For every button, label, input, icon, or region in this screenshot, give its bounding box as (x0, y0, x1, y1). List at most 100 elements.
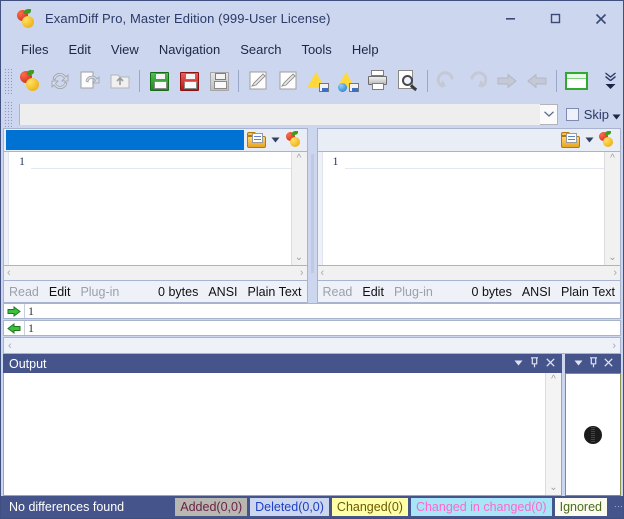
left-access-status: Read (4, 285, 44, 299)
filter-grip[interactable] (4, 101, 12, 127)
right-history-dropdown[interactable] (582, 137, 596, 143)
print-button[interactable] (363, 66, 393, 96)
minimize-button[interactable] (488, 1, 533, 36)
chevron-down-icon[interactable] (540, 105, 556, 124)
right-encoding-status[interactable]: ANSI (517, 285, 556, 299)
close-button[interactable] (578, 1, 623, 36)
scroll-up-icon[interactable]: ^ (297, 154, 302, 164)
filter-input[interactable] (20, 104, 540, 125)
scroll-right-icon[interactable]: › (612, 340, 616, 352)
right-mode-status[interactable]: Edit (357, 285, 389, 299)
right-filetype-status[interactable]: Plain Text (556, 285, 620, 299)
right-editor[interactable]: 1 (323, 152, 605, 265)
save-all-button[interactable] (204, 66, 234, 96)
chevron-down-icon[interactable] (612, 113, 621, 122)
right-pane: 1 ^ ⌄ ‹ › Read Edit Plug-in 0 bytes (317, 128, 622, 303)
menu-item-edit[interactable]: Edit (58, 39, 100, 60)
scroll-left-icon[interactable]: ‹ (8, 340, 12, 352)
black-dot-marker (584, 426, 602, 444)
edit-left-button[interactable] (243, 66, 273, 96)
left-horizontal-scrollbar[interactable]: ‹ › (3, 266, 308, 281)
right-vertical-scrollbar[interactable]: ^ ⌄ (604, 152, 620, 265)
left-browse-button[interactable] (245, 129, 269, 151)
menu-item-help[interactable]: Help (342, 39, 389, 60)
save-html-report-button[interactable] (333, 66, 363, 96)
menu-item-navigation[interactable]: Navigation (149, 39, 230, 60)
right-browse-button[interactable] (558, 129, 582, 151)
save-left-button[interactable] (144, 66, 174, 96)
arrow-right-green-icon[interactable] (4, 306, 24, 317)
right-compare-button[interactable] (596, 129, 620, 151)
status-badge-deleted[interactable]: Deleted(0,0) (250, 498, 329, 516)
right-horizontal-scrollbar[interactable]: ‹ › (317, 266, 622, 281)
open-folder-button[interactable] (105, 66, 135, 96)
scroll-right-icon[interactable]: › (613, 267, 617, 279)
right-filename-input[interactable] (320, 130, 558, 150)
edit-right-button[interactable] (273, 66, 303, 96)
toolbar-overflow-button[interactable] (599, 62, 621, 100)
scroll-left-icon[interactable]: ‹ (7, 267, 11, 279)
skip-checkbox-group[interactable]: Skip (566, 107, 621, 122)
pin-icon[interactable] (589, 357, 598, 371)
title-bar: ExamDiff Pro, Master Edition (999-User L… (1, 1, 623, 36)
menu-item-files[interactable]: Files (11, 39, 58, 60)
scroll-right-icon[interactable]: › (300, 267, 304, 279)
pin-icon[interactable] (530, 357, 539, 371)
left-mode-status[interactable]: Edit (44, 285, 76, 299)
output-vertical-scrollbar[interactable]: ^ ⌄ (545, 373, 561, 495)
undo-button[interactable] (432, 66, 462, 96)
status-badge-changed[interactable]: Changed(0) (332, 498, 408, 516)
redo-button[interactable] (462, 66, 492, 96)
browse-file-icon (561, 132, 580, 148)
filter-combo[interactable] (19, 104, 558, 125)
menu-item-search[interactable]: Search (230, 39, 291, 60)
right-panel-body[interactable] (565, 373, 621, 496)
status-badge-changed-in-changed[interactable]: Changed in changed(0) (411, 498, 552, 516)
menu-item-tools[interactable]: Tools (291, 39, 341, 60)
scroll-down-icon[interactable]: ⌄ (295, 253, 303, 263)
save-right-button[interactable] (174, 66, 204, 96)
left-history-dropdown[interactable] (269, 137, 283, 143)
chevron-double-down-icon (604, 72, 617, 81)
arrow-right-icon (496, 70, 518, 92)
left-encoding-status[interactable]: ANSI (203, 285, 242, 299)
right-editor-wrap: 1 ^ ⌄ (317, 152, 622, 266)
scroll-up-icon[interactable]: ^ (610, 154, 615, 164)
left-compare-button[interactable] (283, 129, 307, 151)
output-panel-body[interactable]: ^ ⌄ (3, 373, 562, 496)
scroll-down-icon[interactable]: ⌄ (608, 253, 616, 263)
pane-splitter[interactable] (308, 128, 317, 303)
chevron-down-icon[interactable] (514, 358, 523, 369)
recompare-button[interactable] (75, 66, 105, 96)
middle-horizontal-scrollbar[interactable]: ‹ › (3, 337, 621, 354)
left-plugin-status[interactable]: Plug-in (75, 285, 124, 299)
chevron-down-icon[interactable] (574, 358, 583, 369)
next-difference-button[interactable] (492, 66, 522, 96)
scroll-down-icon[interactable]: ⌄ (549, 483, 557, 493)
refresh-button[interactable] (45, 66, 75, 96)
save-report-button[interactable] (303, 66, 333, 96)
resize-grip[interactable] (613, 506, 623, 508)
arrow-left-green-icon[interactable] (4, 323, 24, 334)
right-plugin-status[interactable]: Plug-in (389, 285, 438, 299)
menu-item-view[interactable]: View (101, 39, 149, 60)
print-preview-button[interactable] (393, 66, 423, 96)
status-badge-ignored[interactable]: Ignored (555, 498, 607, 516)
compare-files-button[interactable] (15, 66, 45, 96)
diff-row-right[interactable]: 1 (3, 303, 621, 319)
left-editor[interactable]: 1 (9, 152, 291, 265)
close-icon[interactable] (546, 358, 555, 370)
scroll-up-icon[interactable]: ^ (551, 375, 556, 385)
close-icon[interactable] (604, 358, 613, 370)
previous-difference-button[interactable] (522, 66, 552, 96)
toggle-window-button[interactable] (561, 66, 591, 96)
skip-checkbox[interactable] (566, 108, 579, 121)
status-badge-added[interactable]: Added(0,0) (175, 498, 247, 516)
diff-row-left[interactable]: 1 (3, 320, 621, 336)
left-filename-input[interactable] (6, 130, 244, 150)
maximize-button[interactable] (533, 1, 578, 36)
toolbar-grip[interactable] (4, 68, 12, 94)
left-vertical-scrollbar[interactable]: ^ ⌄ (291, 152, 307, 265)
left-filetype-status[interactable]: Plain Text (243, 285, 307, 299)
scroll-left-icon[interactable]: ‹ (321, 267, 325, 279)
